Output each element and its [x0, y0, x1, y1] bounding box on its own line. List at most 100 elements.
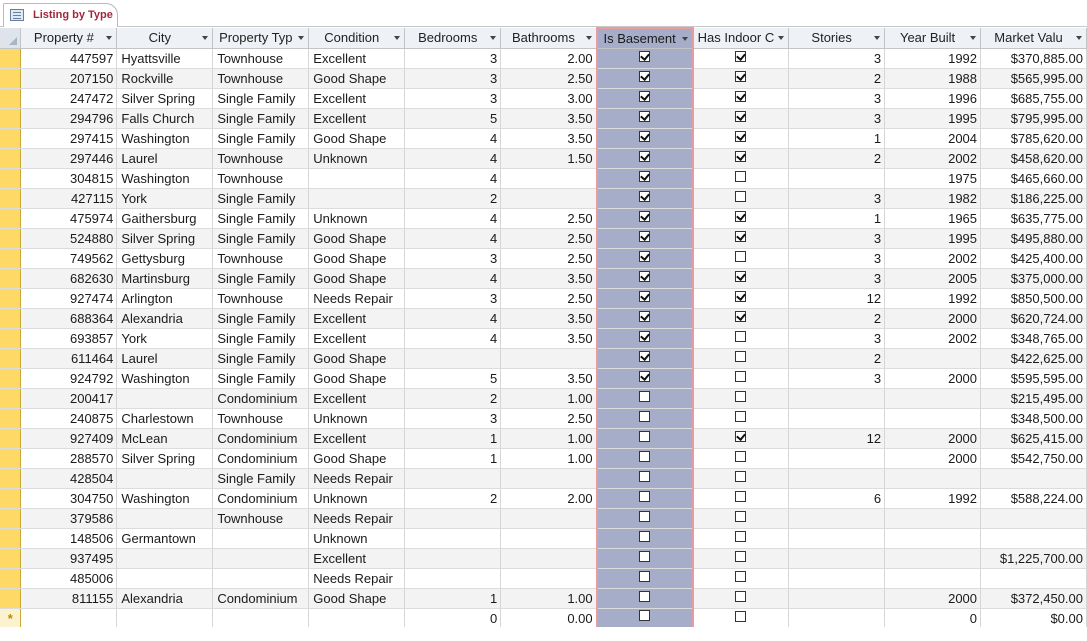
cell-type[interactable]: Condominium	[212, 428, 310, 449]
table-row[interactable]: 207150 Rockville Townhouse Good Shape 3 2.50 2…	[0, 68, 1087, 89]
checkbox-checked[interactable]	[639, 70, 651, 82]
cell-year[interactable]	[884, 528, 982, 549]
cell-city[interactable]: Martinsburg	[116, 268, 214, 289]
cell-year[interactable]: 1965	[884, 208, 982, 229]
cell-basement[interactable]	[595, 88, 694, 109]
cell-year[interactable]: 2002	[884, 328, 982, 349]
cell-basement[interactable]	[595, 208, 694, 229]
record-selector[interactable]	[0, 188, 22, 209]
cell-year[interactable]: 1992	[884, 48, 982, 69]
checkbox-checked[interactable]	[735, 230, 747, 242]
cell-value[interactable]: $215,495.00	[980, 388, 1087, 409]
cell-pool[interactable]	[692, 428, 790, 449]
cell-condition[interactable]: Good Shape	[308, 368, 406, 389]
cell-stories[interactable]: 2	[788, 348, 886, 369]
cell-property[interactable]: 693857	[20, 328, 118, 349]
cell-stories[interactable]: 2	[788, 308, 886, 329]
column-header-property[interactable]: Property #	[20, 28, 118, 49]
cell-bedrooms[interactable]: 3	[404, 88, 502, 109]
cell-condition[interactable]: Excellent	[308, 88, 406, 109]
checkbox-unchecked[interactable]	[735, 390, 747, 402]
checkbox-unchecked[interactable]	[735, 550, 747, 562]
cell-city[interactable]: Silver Spring	[116, 88, 214, 109]
cell-property[interactable]: 475974	[20, 208, 118, 229]
cell-type[interactable]	[212, 608, 310, 629]
cell-bedrooms[interactable]: 5	[404, 108, 502, 129]
cell-condition[interactable]: Good Shape	[308, 588, 406, 609]
checkbox-checked[interactable]	[639, 190, 651, 202]
checkbox-checked[interactable]	[735, 310, 747, 322]
cell-basement[interactable]	[595, 248, 694, 269]
cell-year[interactable]: 2002	[884, 248, 982, 269]
cell-value[interactable]	[980, 528, 1087, 549]
cell-stories[interactable]	[788, 568, 886, 589]
cell-property[interactable]: 524880	[20, 228, 118, 249]
table-row[interactable]: 924792 Washington Single Family Good Shape 5…	[0, 368, 1087, 389]
checkbox-unchecked[interactable]	[735, 490, 747, 502]
cell-value[interactable]: $850,500.00	[980, 288, 1087, 309]
cell-condition[interactable]: Good Shape	[308, 348, 406, 369]
checkbox-unchecked[interactable]	[735, 410, 747, 422]
cell-type[interactable]: Townhouse	[212, 508, 310, 529]
cell-property[interactable]: 611464	[20, 348, 118, 369]
cell-city[interactable]: Laurel	[116, 348, 214, 369]
cell-pool[interactable]	[692, 168, 790, 189]
cell-value[interactable]: $375,000.00	[980, 268, 1087, 289]
cell-bedrooms[interactable]: 4	[404, 268, 502, 289]
cell-bathrooms[interactable]	[500, 468, 598, 489]
cell-city[interactable]: Rockville	[116, 68, 214, 89]
cell-bedrooms[interactable]: 4	[404, 128, 502, 149]
cell-property[interactable]	[20, 608, 118, 629]
dropdown-arrow-icon[interactable]	[874, 36, 881, 40]
cell-type[interactable]: Single Family	[212, 268, 310, 289]
cell-bedrooms[interactable]: 3	[404, 408, 502, 429]
record-selector[interactable]	[0, 148, 22, 169]
table-row[interactable]: 304815 Washington Townhouse 4 1975 $465,660.0…	[0, 168, 1087, 189]
record-selector[interactable]	[0, 68, 22, 89]
cell-bedrooms[interactable]	[404, 568, 502, 589]
cell-year[interactable]: 1995	[884, 228, 982, 249]
cell-city[interactable]: Silver Spring	[116, 448, 214, 469]
cell-value[interactable]: $372,450.00	[980, 588, 1087, 609]
cell-basement[interactable]	[595, 368, 694, 389]
cell-bathrooms[interactable]	[500, 568, 598, 589]
cell-basement[interactable]	[595, 328, 694, 349]
cell-basement[interactable]	[595, 68, 694, 89]
cell-condition[interactable]: Needs Repair	[308, 288, 406, 309]
cell-stories[interactable]	[788, 468, 886, 489]
cell-property[interactable]: 304750	[20, 488, 118, 509]
record-selector[interactable]	[0, 548, 22, 569]
cell-condition[interactable]: Excellent	[308, 108, 406, 129]
cell-basement[interactable]	[595, 488, 694, 509]
record-selector[interactable]	[0, 568, 22, 589]
table-row[interactable]: 693857 York Single Family Excellent 4 3.50 3 20…	[0, 328, 1087, 349]
cell-year[interactable]: 1975	[884, 168, 982, 189]
cell-year[interactable]: 2000	[884, 308, 982, 329]
column-header-pool[interactable]: Has Indoor C	[692, 28, 790, 49]
cell-condition[interactable]: Unknown	[308, 208, 406, 229]
cell-bathrooms[interactable]	[500, 528, 598, 549]
cell-bathrooms[interactable]: 2.50	[500, 248, 598, 269]
cell-city[interactable]	[116, 388, 214, 409]
checkbox-checked[interactable]	[735, 290, 747, 302]
cell-basement[interactable]	[595, 608, 694, 629]
cell-stories[interactable]: 3	[788, 48, 886, 69]
record-selector[interactable]	[0, 348, 22, 369]
checkbox-unchecked[interactable]	[639, 610, 651, 622]
cell-type[interactable]: Condominium	[212, 488, 310, 509]
cell-bedrooms[interactable]: 4	[404, 148, 502, 169]
cell-bedrooms[interactable]	[404, 348, 502, 369]
checkbox-unchecked[interactable]	[639, 410, 651, 422]
cell-bedrooms[interactable]: 5	[404, 368, 502, 389]
cell-value[interactable]: $795,995.00	[980, 108, 1087, 129]
cell-type[interactable]: Single Family	[212, 208, 310, 229]
cell-pool[interactable]	[692, 48, 790, 69]
cell-type[interactable]: Townhouse	[212, 48, 310, 69]
dropdown-arrow-icon[interactable]	[585, 36, 592, 40]
cell-pool[interactable]	[692, 348, 790, 369]
cell-year[interactable]	[884, 548, 982, 569]
table-row[interactable]: 524880 Silver Spring Single Family Good Sha…	[0, 228, 1087, 249]
cell-year[interactable]: 1992	[884, 288, 982, 309]
cell-type[interactable]: Townhouse	[212, 148, 310, 169]
cell-property[interactable]: 304815	[20, 168, 118, 189]
